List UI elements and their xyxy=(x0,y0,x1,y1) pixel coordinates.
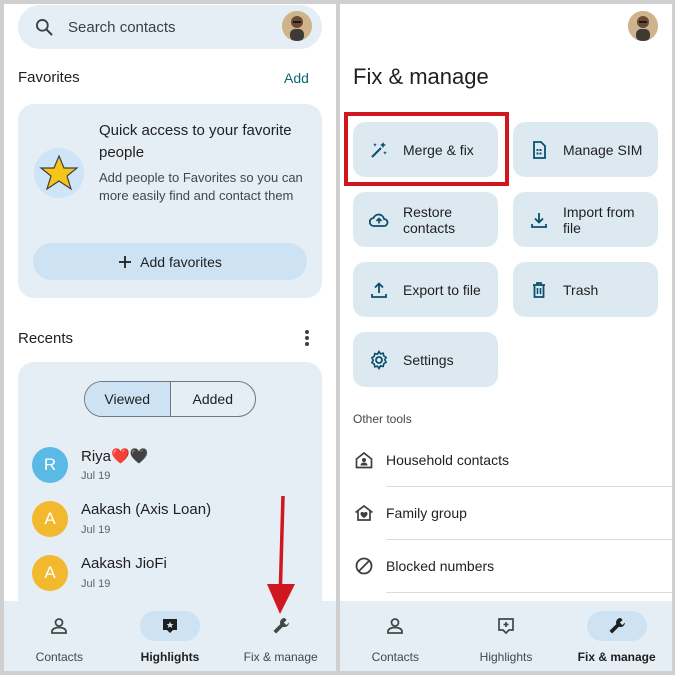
import-from-file-label: Import from file xyxy=(563,203,635,236)
nav-contacts[interactable]: Contacts xyxy=(4,601,115,671)
contact-name: Aakash (Axis Loan) xyxy=(81,501,212,518)
contact-avatar: A xyxy=(32,555,68,591)
nav-fix-manage-label: Fix & manage xyxy=(243,650,318,664)
export-to-file-button[interactable]: Export to file xyxy=(353,262,498,317)
red-highlight-box xyxy=(344,112,509,186)
nav-highlights[interactable]: Highlights xyxy=(451,601,562,671)
family-group-label: Family group xyxy=(386,505,467,521)
upload-icon xyxy=(371,281,387,298)
contact-avatar: A xyxy=(32,501,68,537)
import-from-file-button[interactable]: Import from file xyxy=(513,192,658,247)
restore-contacts-button[interactable]: Restore contacts xyxy=(353,192,498,247)
contact-date: Jul 19 xyxy=(81,578,111,590)
favorites-card-title: Quick access to your favorite people xyxy=(99,122,292,161)
trash-icon xyxy=(533,281,545,298)
search-input[interactable]: Search contacts xyxy=(68,19,176,36)
profile-photo xyxy=(282,11,312,41)
nav-contacts-indicator xyxy=(29,611,89,641)
family-group-item[interactable]: Family group xyxy=(340,488,672,540)
more-options-icon[interactable] xyxy=(302,329,312,347)
profile-photo xyxy=(628,11,658,41)
search-bar[interactable]: Search contacts xyxy=(18,5,322,49)
gear-icon xyxy=(370,349,388,370)
trash-label: Trash xyxy=(563,281,599,298)
highlights-icon xyxy=(163,619,177,633)
wrench-icon xyxy=(609,618,625,634)
sim-card-icon xyxy=(533,140,546,159)
export-to-file-label: Export to file xyxy=(403,281,481,298)
avatar[interactable] xyxy=(282,11,312,41)
restore-contacts-label: Restore contacts xyxy=(403,203,456,236)
contact-date: Jul 19 xyxy=(81,524,111,536)
divider xyxy=(386,539,672,540)
page-title: Fix & manage xyxy=(353,64,489,89)
fix-manage-screen: Fix & manage Merge & fix Manage SIM Rest… xyxy=(340,4,672,671)
nav-fix-manage-indicator xyxy=(586,611,647,641)
nav-highlights-indicator xyxy=(140,611,200,641)
bottom-navigation: Contacts Highlights Fix & manage xyxy=(340,601,672,671)
nav-highlights-label: Highlights xyxy=(140,650,200,664)
contacts-highlights-screen: Search contacts Favorites Add Quick acce… xyxy=(4,4,336,671)
other-tools-heading: Other tools xyxy=(353,412,412,426)
person-icon xyxy=(51,618,68,634)
add-favorites-label: Add favorites xyxy=(140,253,222,270)
plus-icon xyxy=(119,255,132,268)
family-home-icon xyxy=(354,504,374,521)
contact-name: Aakash JioFi xyxy=(81,555,167,572)
cloud-restore-icon xyxy=(369,213,389,227)
add-favorites-button[interactable]: Add favorites xyxy=(33,243,307,280)
tab-viewed[interactable]: Viewed xyxy=(85,382,171,416)
avatar[interactable] xyxy=(628,11,658,41)
trash-button[interactable]: Trash xyxy=(513,262,658,317)
add-favorites-link[interactable]: Add xyxy=(284,70,309,86)
blocked-numbers-item[interactable]: Blocked numbers xyxy=(340,541,672,593)
tab-added[interactable]: Added xyxy=(171,382,256,416)
download-icon xyxy=(531,212,547,228)
favorites-card-description: Add people to Favorites so you can more … xyxy=(99,170,303,203)
wrench-icon xyxy=(273,618,289,634)
nav-contacts-label: Contacts xyxy=(35,650,84,664)
nav-highlights-label: Highlights xyxy=(479,650,533,664)
nav-fix-manage-label: Fix & manage xyxy=(577,650,656,664)
favorites-card: Quick access to your favorite people Add… xyxy=(18,104,322,298)
household-icon xyxy=(355,451,373,469)
nav-fix-manage[interactable]: Fix & manage xyxy=(561,601,672,671)
star-illustration xyxy=(34,148,84,198)
blocked-numbers-label: Blocked numbers xyxy=(386,558,495,574)
contact-name: Riya❤️🖤 xyxy=(81,448,149,465)
manage-sim-button[interactable]: Manage SIM xyxy=(513,122,658,177)
divider xyxy=(386,592,672,593)
highlights-icon xyxy=(498,618,514,635)
block-icon xyxy=(355,557,373,575)
search-icon xyxy=(36,19,53,36)
recents-segmented-control: Viewed Added xyxy=(84,381,256,417)
favorites-heading: Favorites xyxy=(18,69,80,86)
contact-avatar: R xyxy=(32,447,68,483)
household-contacts-item[interactable]: Household contacts xyxy=(340,435,672,487)
contact-date: Jul 19 xyxy=(81,470,111,482)
red-arrow-annotation xyxy=(267,496,295,614)
nav-contacts-label: Contacts xyxy=(371,650,420,664)
manage-sim-label: Manage SIM xyxy=(563,141,643,158)
divider xyxy=(386,486,672,487)
person-icon xyxy=(387,618,404,634)
settings-button[interactable]: Settings xyxy=(353,332,498,387)
nav-highlights-indicator xyxy=(476,611,536,641)
nav-contacts-indicator xyxy=(365,611,425,641)
household-contacts-label: Household contacts xyxy=(386,452,509,468)
contact-row[interactable]: R Riya❤️🖤 Jul 19 xyxy=(32,447,312,487)
star-icon xyxy=(39,154,79,191)
recents-heading: Recents xyxy=(18,330,74,347)
nav-highlights[interactable]: Highlights xyxy=(115,601,226,671)
nav-contacts[interactable]: Contacts xyxy=(340,601,451,671)
settings-label: Settings xyxy=(403,351,454,368)
